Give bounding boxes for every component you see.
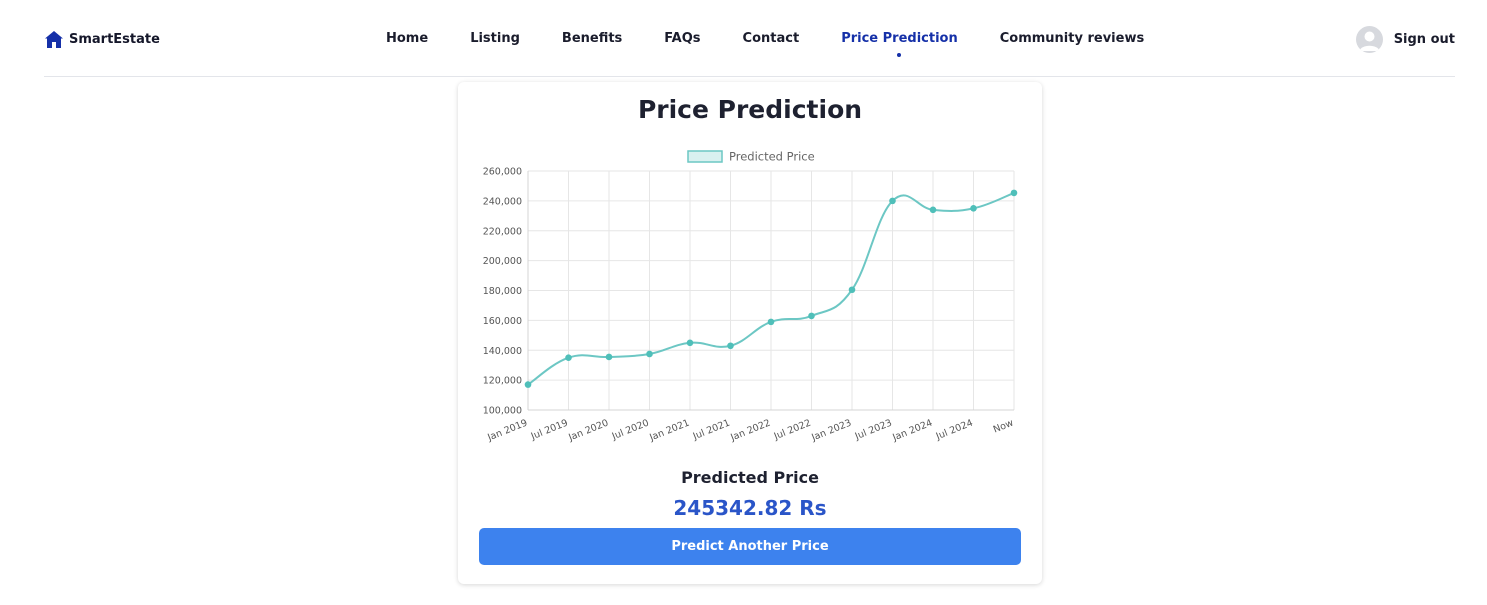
nav-link-contact[interactable]: Contact bbox=[743, 30, 800, 48]
x-tick-label: Jul 2020 bbox=[610, 418, 651, 443]
brand-name: SmartEstate bbox=[69, 31, 160, 47]
data-point bbox=[646, 350, 653, 358]
data-point bbox=[889, 197, 896, 205]
y-tick-label: 120,000 bbox=[483, 376, 522, 387]
nav-link-benefits[interactable]: Benefits bbox=[562, 30, 622, 48]
predicted-price-label: Predicted Price bbox=[681, 468, 819, 487]
nav-link-price-prediction[interactable]: Price Prediction bbox=[841, 30, 958, 48]
brand-logo[interactable]: SmartEstate bbox=[44, 29, 160, 49]
avatar[interactable] bbox=[1355, 25, 1383, 53]
x-tick-label: Jul 2023 bbox=[853, 418, 894, 443]
x-tick-label: Jan 2022 bbox=[728, 418, 772, 444]
y-tick-label: 260,000 bbox=[483, 167, 522, 178]
predicted-price-value: 245342.82 Rs bbox=[673, 496, 827, 520]
x-tick-label: Jan 2021 bbox=[647, 418, 691, 444]
nav-link-home[interactable]: Home bbox=[386, 30, 428, 48]
nav-link-faqs[interactable]: FAQs bbox=[664, 30, 700, 48]
nav-link-community-reviews[interactable]: Community reviews bbox=[1000, 30, 1144, 48]
legend-label: Predicted Price bbox=[729, 150, 815, 164]
y-tick-label: 100,000 bbox=[483, 406, 522, 417]
x-tick-label: Jul 2021 bbox=[691, 418, 732, 443]
x-tick-label: Jan 2023 bbox=[809, 418, 853, 444]
x-tick-label: Jan 2019 bbox=[485, 418, 529, 444]
y-tick-label: 240,000 bbox=[483, 196, 522, 207]
top-navigation-bar: SmartEstate Home Listing Benefits FAQs C… bbox=[44, 0, 1455, 77]
price-chart: 100,000 120,000 140,000 160,000 180,000 200,0… bbox=[466, 140, 1036, 450]
data-point bbox=[848, 286, 856, 294]
data-point bbox=[1010, 189, 1018, 197]
x-tick-label: Jul 2019 bbox=[529, 418, 570, 443]
data-point bbox=[808, 312, 815, 320]
x-tick-label: Now bbox=[992, 418, 1016, 436]
sign-out-link[interactable]: Sign out bbox=[1394, 32, 1455, 47]
y-tick-label: 160,000 bbox=[483, 316, 522, 327]
nav-link-listing[interactable]: Listing bbox=[470, 30, 520, 48]
user-avatar-icon bbox=[1359, 31, 1380, 51]
y-tick-label: 140,000 bbox=[483, 346, 522, 357]
house-icon bbox=[45, 30, 63, 48]
y-tick-label: 180,000 bbox=[483, 286, 522, 297]
data-point bbox=[565, 354, 572, 362]
x-tick-label: Jan 2020 bbox=[566, 418, 610, 444]
data-point bbox=[929, 206, 937, 214]
data-point bbox=[767, 318, 775, 326]
x-tick-label: Jul 2022 bbox=[772, 418, 813, 443]
main-menu: Home Listing Benefits FAQs Contact Price… bbox=[386, 30, 1144, 48]
x-tick-label: Jul 2024 bbox=[934, 418, 975, 443]
data-point bbox=[524, 381, 532, 388]
data-point bbox=[727, 342, 734, 350]
x-tick-label: Jan 2024 bbox=[890, 418, 934, 444]
page-title: Price Prediction bbox=[637, 95, 863, 124]
predict-another-price-button[interactable]: Predict Another Price bbox=[479, 528, 1021, 565]
price-chart-svg: 100,000 120,000 140,000 160,000 180,000 200,0… bbox=[483, 150, 1018, 444]
data-point bbox=[970, 205, 977, 212]
user-menu: Sign out bbox=[1355, 25, 1455, 53]
data-point bbox=[686, 339, 694, 347]
legend-swatch bbox=[687, 150, 723, 163]
y-tick-label: 220,000 bbox=[483, 226, 522, 237]
price-prediction-card: Price Prediction 100,000 120,000 140,000 16… bbox=[458, 82, 1042, 584]
y-tick-label: 200,000 bbox=[483, 256, 522, 267]
data-point bbox=[605, 353, 613, 361]
